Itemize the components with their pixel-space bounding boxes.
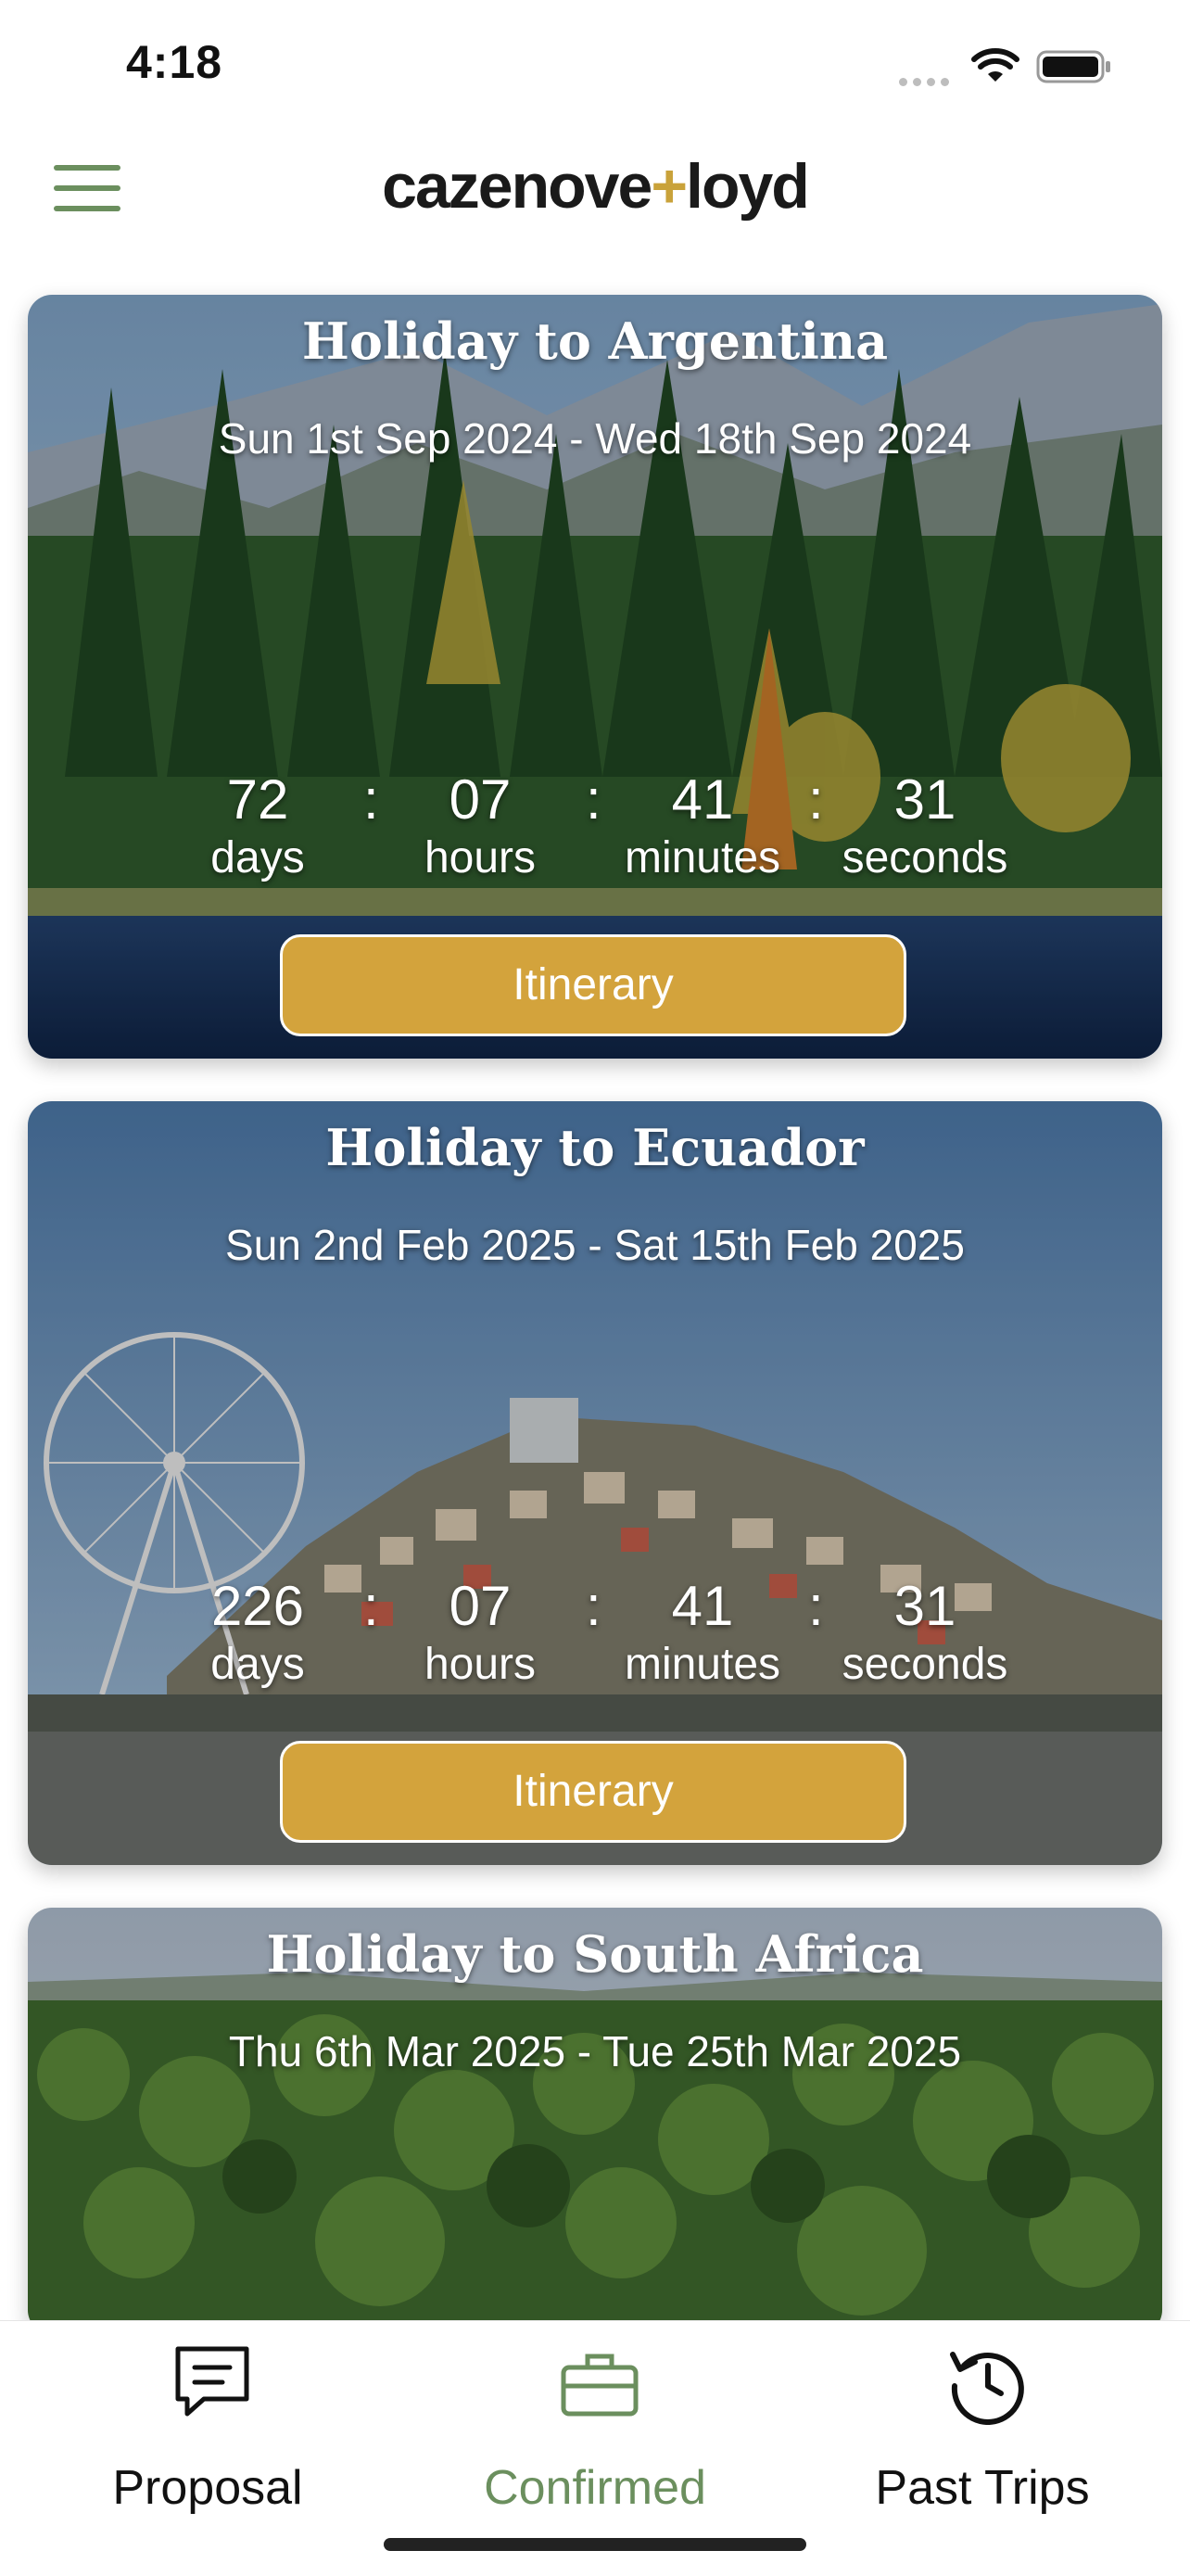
itinerary-button[interactable]: Itinerary: [280, 1741, 906, 1843]
countdown-timer: 72 days : 07 hours : 41 minutes : 31 seconds: [28, 768, 1162, 907]
home-indicator: [384, 2538, 806, 2551]
countdown-hours-label: hours: [424, 833, 537, 882]
countdown-hours-value: 07: [449, 768, 512, 831]
countdown-seconds-label: seconds: [842, 833, 1008, 882]
countdown-separator: :: [586, 1575, 601, 1637]
tab-confirmed[interactable]: Confirmed: [397, 2321, 793, 2534]
countdown-separator: :: [363, 1575, 379, 1637]
trip-card-argentina[interactable]: Holiday to Argentina Sun 1st Sep 2024 - …: [28, 295, 1162, 1059]
countdown-separator: :: [808, 1575, 824, 1637]
countdown-seconds-value: 31: [893, 1575, 956, 1637]
trip-title: Holiday to Ecuador: [325, 1118, 865, 1177]
message-icon: [175, 2346, 249, 2417]
trip-dates: Sun 1st Sep 2024 - Wed 18th Sep 2024: [218, 414, 972, 463]
countdown-seconds-label: seconds: [842, 1640, 1008, 1689]
history-icon: [950, 2352, 1024, 2425]
countdown-seconds-value: 31: [893, 768, 956, 831]
brand-logo: cazenove+loyd: [382, 151, 810, 222]
tab-label: Past Trips: [875, 2461, 1090, 2515]
trip-dates: Sun 2nd Feb 2025 - Sat 15th Feb 2025: [225, 1221, 965, 1269]
tab-label: Proposal: [112, 2461, 303, 2515]
trip-title: Holiday to South Africa: [266, 1924, 924, 1984]
battery-icon: [1036, 50, 1110, 83]
cellular-signal-icon: [899, 74, 956, 86]
countdown-separator: :: [586, 768, 601, 831]
trip-card-south-africa[interactable]: Holiday to South Africa Thu 6th Mar 2025…: [28, 1908, 1162, 2334]
countdown-minutes-label: minutes: [624, 833, 781, 882]
trip-title: Holiday to Argentina: [301, 311, 889, 371]
countdown-separator: :: [808, 768, 824, 831]
countdown-days-value: 72: [226, 768, 289, 831]
status-bar: 4:18: [0, 0, 1190, 130]
tab-label: Confirmed: [484, 2461, 706, 2515]
countdown-days-label: days: [210, 833, 305, 882]
countdown-minutes-value: 41: [671, 768, 734, 831]
trip-dates: Thu 6th Mar 2025 - Tue 25th Mar 2025: [228, 2027, 962, 2075]
countdown-minutes-label: minutes: [624, 1640, 781, 1689]
briefcase-icon: [561, 2354, 639, 2417]
status-time: 4:18: [126, 36, 223, 88]
countdown-separator: :: [363, 768, 379, 831]
tab-proposal[interactable]: Proposal: [9, 2321, 406, 2534]
countdown-timer: 226 days : 07 hours : 41 minutes : 31 second…: [28, 1574, 1162, 1713]
countdown-days-value: 226: [210, 1575, 305, 1637]
tab-past-trips[interactable]: Past Trips: [784, 2321, 1181, 2534]
countdown-days-label: days: [210, 1640, 305, 1689]
itinerary-button[interactable]: Itinerary: [280, 934, 906, 1036]
trip-card-ecuador[interactable]: Holiday to Ecuador Sun 2nd Feb 2025 - Sa…: [28, 1101, 1162, 1865]
wifi-icon: [971, 48, 1019, 82]
countdown-minutes-value: 41: [671, 1575, 734, 1637]
countdown-hours-value: 07: [449, 1575, 512, 1637]
countdown-hours-label: hours: [424, 1640, 537, 1689]
